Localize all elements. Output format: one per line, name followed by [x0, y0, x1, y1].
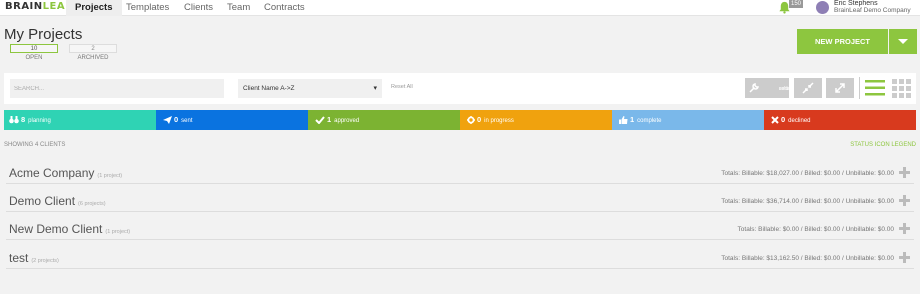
paper-plane-icon: [163, 116, 172, 125]
status-icon-legend-link[interactable]: STATUS ICON LEGEND: [850, 142, 916, 148]
client-row-acme[interactable]: Acme Company (1 project) Totals: Billable…: [6, 164, 914, 184]
client-totals: Totals: Billable: $36,714.00 / Billed: $…: [721, 198, 894, 205]
archived-view-label[interactable]: ARCHIVED: [69, 55, 117, 61]
user-company: BrainLeaf Demo Company: [834, 7, 911, 14]
brainleaf-logo[interactable]: BRAINLEAF: [5, 1, 72, 12]
status-approved[interactable]: 1 approved: [308, 110, 460, 130]
archived-view-tab[interactable]: 2: [69, 44, 117, 53]
binoculars-icon: [9, 116, 19, 124]
status-sent-count: 0: [174, 115, 179, 124]
user-name[interactable]: Eric Stephens: [834, 0, 878, 7]
client-row-test[interactable]: test (2 projects) Totals: Billable: $13,1…: [6, 249, 914, 269]
client-row-title[interactable]: Acme Company (1 project): [9, 166, 122, 180]
client-name: New Demo Client: [9, 222, 103, 236]
status-in-progress-count: 0: [477, 115, 482, 124]
expand-icon: [835, 83, 845, 93]
open-view-label[interactable]: OPEN: [10, 55, 58, 61]
status-planning-label: planning: [28, 118, 51, 124]
nav-tab-clients[interactable]: Clients: [184, 0, 213, 16]
status-in-progress-label: in progress: [484, 118, 514, 124]
reset-all-link[interactable]: Reset All: [391, 84, 413, 90]
expand-plus-icon[interactable]: [899, 195, 910, 206]
status-sent[interactable]: 0 sent: [156, 110, 308, 130]
client-project-count: (6 projects): [78, 201, 106, 207]
logo-text-brain: BRAIN: [5, 1, 43, 12]
collapse-icon: [802, 82, 814, 94]
client-row-title[interactable]: Demo Client (6 projects): [9, 194, 106, 208]
client-totals: Totals: Billable: $18,027.00 / Billed: $…: [721, 170, 894, 177]
page-title: My Projects: [4, 26, 83, 43]
collapse-all-button[interactable]: [794, 78, 822, 98]
client-sort-select[interactable]: Client Name A->Z: [238, 79, 382, 98]
status-sent-label: sent: [181, 118, 193, 124]
new-project-button[interactable]: NEW PROJECT: [797, 29, 888, 54]
avatar[interactable]: [816, 1, 829, 14]
status-complete-count: 1: [630, 115, 635, 124]
status-complete-label: complete: [637, 118, 662, 124]
client-totals: Totals: Billable: $13,162.50 / Billed: $…: [721, 255, 894, 262]
expand-plus-icon[interactable]: [899, 252, 910, 263]
status-declined[interactable]: 0 declined: [764, 110, 916, 130]
status-planning-count: 8: [21, 115, 26, 124]
client-row-demo-client[interactable]: Demo Client (6 projects) Totals: Billable…: [6, 192, 914, 212]
status-in-progress[interactable]: 0 in progress: [460, 110, 612, 130]
client-row-title[interactable]: test (2 projects): [9, 251, 59, 265]
client-project-count: (1 project): [97, 173, 123, 179]
grid-view-icon[interactable]: [891, 77, 913, 99]
filter-bar: Client Name A->Z Reset All columnsetting…: [4, 73, 916, 104]
client-totals: Totals: Billable: $0.00 / Billed: $0.00 …: [737, 226, 894, 233]
client-row-new-demo-client[interactable]: New Demo Client (1 project) Totals: Billa…: [6, 220, 914, 240]
status-planning[interactable]: 8 planning: [4, 110, 156, 130]
client-project-count: (2 projects): [31, 258, 59, 264]
gear-icon: [467, 116, 475, 125]
list-view-icon[interactable]: [864, 77, 886, 99]
new-project-dropdown-button[interactable]: [889, 29, 917, 54]
thumbs-up-icon: [619, 116, 628, 125]
nav-tab-templates[interactable]: Templates: [126, 0, 169, 16]
status-approved-count: 1: [327, 115, 332, 124]
nav-tab-contracts[interactable]: Contracts: [264, 0, 305, 16]
column-settings-button[interactable]: column settings: [745, 78, 796, 98]
status-complete[interactable]: 1 complete: [612, 110, 764, 130]
clients-count-label: SHOWING 4 CLIENTS: [4, 142, 66, 148]
status-declined-label: declined: [788, 118, 811, 124]
top-nav: BRAINLEAF Projects Templates Clients Tea…: [0, 0, 920, 16]
expand-all-button[interactable]: [826, 78, 854, 98]
client-project-count: (1 project): [105, 229, 131, 235]
check-icon: [315, 116, 325, 125]
nav-tab-projects[interactable]: Projects: [66, 0, 122, 16]
expand-plus-icon[interactable]: [899, 223, 910, 234]
view-divider: [859, 77, 860, 99]
client-row-title[interactable]: New Demo Client (1 project): [9, 222, 130, 236]
wrench-icon: [749, 83, 759, 93]
status-approved-label: approved: [334, 118, 360, 124]
expand-plus-icon[interactable]: [899, 167, 910, 178]
client-name: Acme Company: [9, 166, 95, 180]
client-name: test: [9, 251, 29, 265]
open-view-tab[interactable]: 10: [10, 44, 58, 53]
x-icon: [771, 116, 779, 125]
status-declined-count: 0: [781, 115, 786, 124]
client-name: Demo Client: [9, 194, 76, 208]
notification-count[interactable]: 150: [789, 0, 804, 8]
nav-tab-team[interactable]: Team: [227, 0, 250, 16]
status-bar: 8 planning 0 sent 1 approved 0 in progress 1…: [4, 110, 916, 130]
search-input[interactable]: [10, 79, 224, 98]
